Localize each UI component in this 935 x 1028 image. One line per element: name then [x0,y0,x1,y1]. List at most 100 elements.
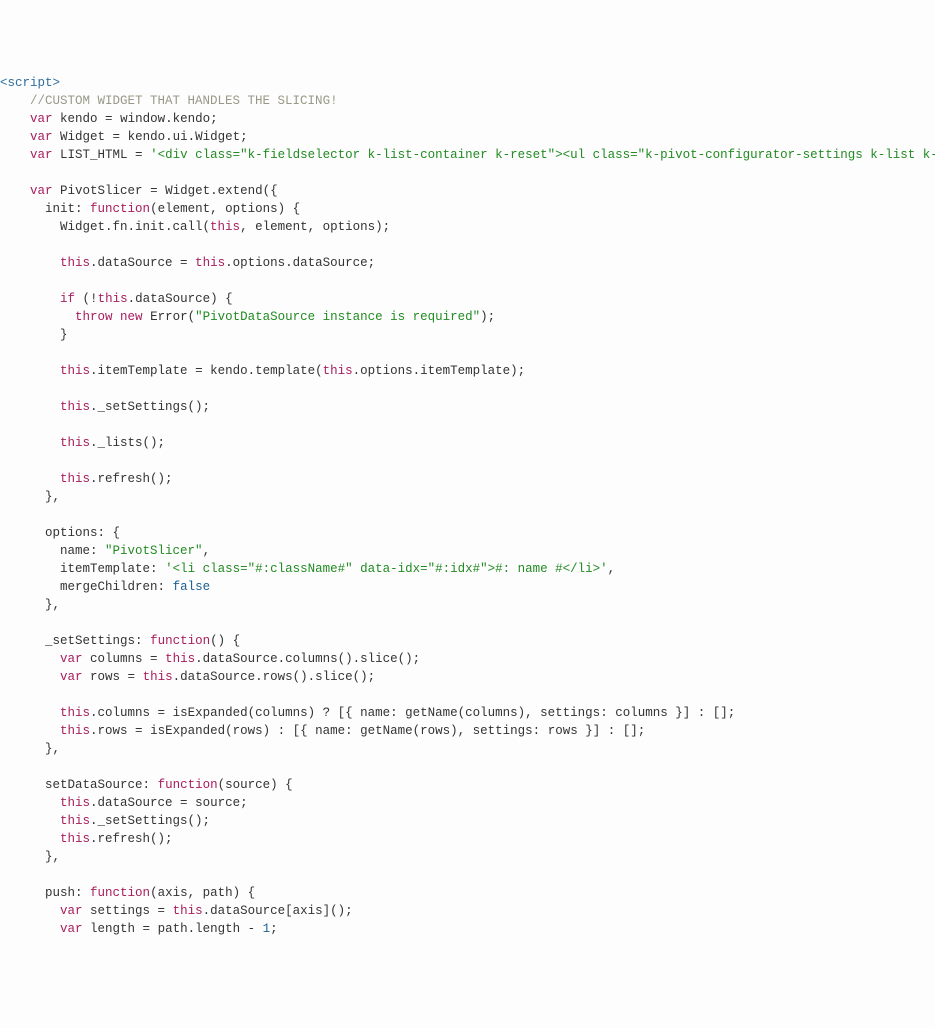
code-line: }, [0,848,935,866]
code-token [150,778,158,792]
code-token: function [158,778,218,792]
code-token: .dataSource[axis](); [203,904,353,918]
code-token: false [173,580,211,594]
code-token [113,310,121,324]
code-token [98,544,106,558]
code-line: var kendo = window.kendo; [0,110,935,128]
code-line: if (!this.dataSource) { [0,290,935,308]
code-token: , element, options); [240,220,390,234]
code-token: { [105,526,120,540]
code-line: this.dataSource = source; [0,794,935,812]
code-token: this [173,904,203,918]
code-line: itemTemplate: '<li class="#:className#" … [0,560,935,578]
code-line: }, [0,740,935,758]
code-token: _setSettings [0,634,135,648]
code-token [0,652,60,666]
code-token: getName(rows), settings [353,724,533,738]
code-token: function [90,202,150,216]
code-token [0,364,60,378]
code-token: settings [83,904,158,918]
code-token: this [98,292,128,306]
code-token: () { [210,634,240,648]
code-token: name [0,544,90,558]
code-token: //CUSTOM WIDGET THAT HANDLES THE SLICING… [30,94,338,108]
code-line: throw new Error("PivotDataSource instanc… [0,308,935,326]
code-token: (axis, path) { [150,886,255,900]
code-token: : [158,580,166,594]
code-line: Widget.fn.init.call(this, element, optio… [0,218,935,236]
code-token: LIST_HTML [53,148,136,162]
code-token: ! [90,292,98,306]
code-token: = [135,724,143,738]
code-token [0,814,60,828]
code-token: '<li class="#:className#" data-idx="#:id… [165,562,608,576]
code-token: [{ name [285,724,345,738]
code-token: ._setSettings(); [90,814,210,828]
code-token: "PivotSlicer" [105,544,203,558]
code-token: <script> [0,76,60,90]
code-token [0,310,75,324]
code-token: setDataSource [0,778,143,792]
code-token: var [60,904,83,918]
code-token: path.length [150,922,248,936]
code-token: columns }] [608,706,698,720]
code-token: '<div class="k-fieldselector k-list-cont… [150,148,935,162]
code-token: source; [188,796,248,810]
code-token: }, [0,598,60,612]
code-token: .rows [90,724,135,738]
code-line [0,416,935,434]
code-line: this.rows = isExpanded(rows) : [{ name: … [0,722,935,740]
code-token: PivotSlicer [53,184,151,198]
code-token [0,184,30,198]
code-token: .refresh(); [90,472,173,486]
code-token: = [158,904,166,918]
code-line [0,758,935,776]
code-line: var LIST_HTML = '<div class="k-fieldsele… [0,146,935,164]
code-token [83,202,91,216]
code-token: } [0,328,68,342]
code-token [143,148,151,162]
code-token: = [150,184,158,198]
code-token: if [60,292,75,306]
code-token: function [150,634,210,648]
code-token [0,796,60,810]
code-token: - [248,922,256,936]
code-token: var [60,652,83,666]
code-token [158,652,166,666]
code-token: window.kendo; [113,112,218,126]
code-token: this [60,832,90,846]
code-token: mergeChildren [0,580,158,594]
code-token: Widget.extend({ [158,184,278,198]
code-line: }, [0,596,935,614]
code-token: getName(columns), settings [398,706,601,720]
code-line: var settings = this.dataSource[axis](); [0,902,935,920]
code-token: : [135,634,143,648]
code-token: var [30,184,53,198]
code-token [83,886,91,900]
code-token: (element, options) { [150,202,300,216]
code-token: : [345,724,353,738]
code-token: push [0,886,75,900]
code-line [0,272,935,290]
code-token: }, [0,742,60,756]
code-token: this [60,256,90,270]
code-line [0,506,935,524]
code-token [0,436,60,450]
code-token: : [143,778,151,792]
code-token [0,292,60,306]
code-token: var [60,670,83,684]
code-token: .columns [90,706,158,720]
code-token: .refresh(); [90,832,173,846]
code-line: } [0,326,935,344]
code-token [143,634,151,648]
code-line [0,344,935,362]
code-line [0,236,935,254]
code-token: = [150,652,158,666]
code-token: = [180,796,188,810]
code-token: "PivotDataSource instance is required" [195,310,480,324]
code-line: this.columns = isExpanded(columns) ? [{ … [0,704,935,722]
code-token: = [195,364,203,378]
code-line: this._setSettings(); [0,398,935,416]
code-token: ; [270,922,278,936]
code-line: mergeChildren: false [0,578,935,596]
